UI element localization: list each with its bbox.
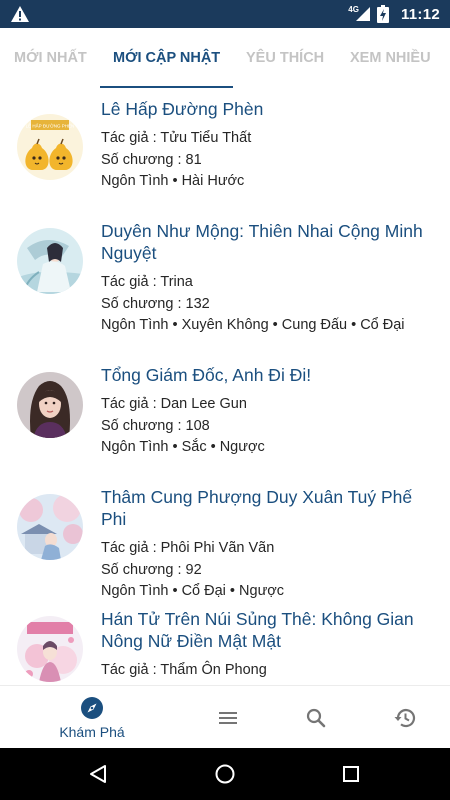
story-genres: Ngôn Tình • Xuyên Không • Cung Đấu • Cổ …: [101, 317, 405, 333]
search-icon: [306, 708, 326, 727]
back-triangle-icon: [90, 765, 106, 783]
nav-label-kham-pha: Khám Phá: [59, 723, 125, 740]
story-item[interactable]: Thâm Cung Phượng Duy Xuân Tuý Phế Phi Tá…: [0, 486, 450, 599]
story-item[interactable]: Tổng Giám Đốc, Anh Đi Đi! Tác giả : Dan …: [0, 364, 450, 474]
story-cover: LÊ HẤP ĐƯỜNG PHÈN: [17, 114, 83, 180]
cherry-blossom-palace-cover: [17, 494, 83, 560]
tab-yeu-thich[interactable]: YÊU THÍCH: [246, 28, 324, 88]
story-genres: Ngôn Tình • Sắc • Ngược: [101, 439, 265, 455]
story-cover: [17, 372, 83, 438]
story-cover: [17, 228, 83, 294]
story-author: Tác giả : Dan Lee Gun: [101, 396, 247, 412]
story-item[interactable]: Duyên Như Mộng: Thiên Nhai Cộng Minh Ngu…: [0, 220, 450, 350]
recents-square-icon: [343, 766, 359, 782]
warning-icon: [11, 6, 29, 22]
tab-bar: MỚI NHẤT MỚI CẬP NHẬT YÊU THÍCH XEM NHIỀ…: [0, 28, 450, 88]
recents-button[interactable]: [321, 748, 381, 800]
nav-history[interactable]: [375, 686, 435, 749]
story-info: Duyên Như Mộng: Thiên Nhai Cộng Minh Ngu…: [101, 220, 441, 337]
home-circle-icon: [215, 764, 235, 784]
cover-title: LÊ HẤP ĐƯỜNG PHÈN: [26, 122, 75, 129]
status-bar: 4G 11:12: [0, 0, 450, 28]
nav-menu[interactable]: [198, 686, 258, 749]
battery-charging-icon: [376, 5, 389, 23]
story-info: Thâm Cung Phượng Duy Xuân Tuý Phế Phi Tá…: [101, 486, 441, 603]
story-title[interactable]: Hán Tử Trên Núi Sủng Thê: Không Gian Nôn…: [101, 608, 441, 652]
story-chapters: Số chương : 132: [101, 295, 210, 312]
network-type: 4G: [348, 4, 359, 14]
story-author: Tác giả : Trina: [101, 274, 193, 290]
nav-kham-pha[interactable]: Khám Phá: [52, 686, 132, 749]
story-title[interactable]: Duyên Như Mộng: Thiên Nhai Cộng Minh Ngu…: [101, 220, 441, 264]
story-info: Hán Tử Trên Núi Sủng Thê: Không Gian Nôn…: [101, 608, 441, 682]
home-button[interactable]: [195, 748, 255, 800]
back-button[interactable]: [68, 748, 128, 800]
story-chapters: Số chương : 81: [101, 151, 202, 168]
story-info: Lê Hấp Đường Phèn Tác giả : Tửu Tiểu Thấ…: [101, 98, 441, 193]
story-item[interactable]: LÊ HẤP ĐƯỜNG PHÈN Lê Hấp Đường Phèn Tác …: [0, 98, 450, 208]
status-icons: 4G 11:12: [348, 0, 440, 28]
story-cover: [17, 616, 83, 682]
ancient-girl-painting-cover: [17, 228, 83, 294]
story-chapters: Số chương : 108: [101, 417, 210, 434]
tab-xem-nhieu[interactable]: XEM NHIỀU: [350, 28, 431, 88]
story-title[interactable]: Tổng Giám Đốc, Anh Đi Đi!: [101, 364, 441, 386]
story-genres: Ngôn Tình • Hài Hước: [101, 173, 245, 189]
bottom-navigation: Khám Phá: [0, 685, 450, 748]
nav-search[interactable]: [286, 686, 346, 749]
system-navigation-bar: [0, 748, 450, 800]
pink-anime-cover: [17, 616, 83, 682]
tab-moi-cap-nhat[interactable]: MỚI CẬP NHẬT: [113, 28, 220, 88]
story-list[interactable]: LÊ HẤP ĐƯỜNG PHÈN Lê Hấp Đường Phèn Tác …: [0, 88, 450, 685]
story-info: Tổng Giám Đốc, Anh Đi Đi! Tác giả : Dan …: [101, 364, 441, 459]
story-cover: [17, 494, 83, 560]
app-screen: 4G 11:12 MỚI NHẤT MỚI CẬP NHẬT YÊU THÍCH…: [0, 0, 450, 800]
history-icon: [394, 708, 416, 727]
tab-moi-nhat[interactable]: MỚI NHẤT: [14, 28, 87, 88]
story-title[interactable]: Thâm Cung Phượng Duy Xuân Tuý Phế Phi: [101, 486, 441, 530]
woman-portrait-cover: [17, 372, 83, 438]
compass-icon: [81, 696, 103, 719]
story-author: Tác giả : Phôi Phi Vãn Vãn: [101, 540, 275, 556]
story-chapters: Số chương : 92: [101, 561, 202, 578]
story-title[interactable]: Lê Hấp Đường Phèn: [101, 98, 441, 120]
story-genres: Ngôn Tình • Cổ Đại • Ngược: [101, 583, 285, 599]
story-author: Tác giả : Thẩm Ôn Phong: [101, 662, 267, 678]
story-author: Tác giả : Tửu Tiểu Thất: [101, 130, 252, 146]
status-clock: 11:12: [400, 5, 440, 23]
pear-cartoon-cover: LÊ HẤP ĐƯỜNG PHÈN: [17, 114, 83, 180]
menu-icon: [219, 711, 237, 724]
story-item[interactable]: Hán Tử Trên Núi Sủng Thê: Không Gian Nôn…: [0, 608, 450, 685]
